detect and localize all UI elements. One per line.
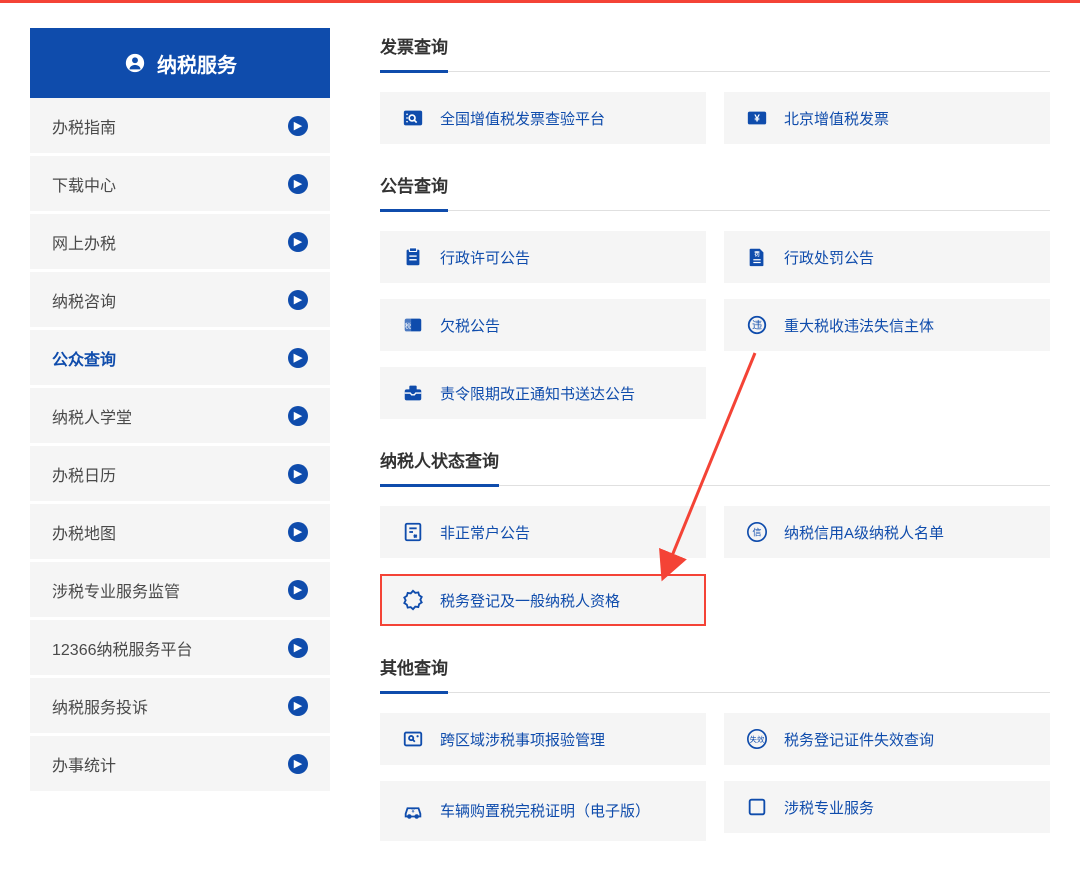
- search-doc-icon: [402, 107, 424, 129]
- sidebar-item-6[interactable]: 办税日历 ▶: [30, 446, 330, 504]
- sidebar-item-5[interactable]: 纳税人学堂 ▶: [30, 388, 330, 446]
- pro-service-icon: [746, 796, 768, 818]
- section-0: 发票查询全国增值税发票查验平台 ¥ 北京增值税发票: [380, 33, 1050, 144]
- svg-text:信: 信: [752, 527, 761, 538]
- sidebar-item-label: 办税地图: [52, 520, 116, 544]
- sidebar-item-3[interactable]: 纳税咨询 ▶: [30, 272, 330, 330]
- sidebar-item-11[interactable]: 办事统计 ▶: [30, 736, 330, 794]
- section-1: 公告查询行政许可公告 罚 行政处罚公告税 欠税公告 违 重大税收违法失信主体责令限期改正通…: [380, 172, 1050, 419]
- sidebar-item-label: 办税日历: [52, 462, 116, 486]
- clipboard-icon: [402, 246, 424, 268]
- section-title: 公告查询: [380, 172, 448, 212]
- sidebar-item-label: 12366纳税服务平台: [52, 636, 193, 660]
- sidebar-item-9[interactable]: 12366纳税服务平台 ▶: [30, 620, 330, 678]
- chevron-right-icon: ▶: [288, 348, 308, 368]
- card-label: 非正常户公告: [440, 522, 530, 543]
- service-icon: [123, 51, 147, 75]
- sidebar-title: 纳税服务: [157, 49, 237, 78]
- chevron-right-icon: ▶: [288, 290, 308, 310]
- chevron-right-icon: ▶: [288, 754, 308, 774]
- card-label: 税务登记及一般纳税人资格: [440, 590, 620, 611]
- card-label: 重大税收违法失信主体: [784, 315, 934, 336]
- section-title: 其他查询: [380, 654, 448, 694]
- card-label: 全国增值税发票查验平台: [440, 108, 605, 129]
- sidebar-item-label: 纳税人学堂: [52, 404, 132, 428]
- chevron-right-icon: ▶: [288, 406, 308, 426]
- sidebar-item-8[interactable]: 涉税专业服务监管 ▶: [30, 562, 330, 620]
- card-label: 涉税专业服务: [784, 797, 874, 818]
- chevron-right-icon: ▶: [288, 174, 308, 194]
- card-0-1[interactable]: ¥ 北京增值税发票: [724, 92, 1050, 144]
- svg-text:违: 违: [752, 320, 762, 332]
- cross-region-icon: [402, 728, 424, 750]
- badge-icon: [402, 589, 424, 611]
- invalid-cert-icon: 失效: [746, 728, 768, 750]
- sidebar-item-label: 纳税咨询: [52, 288, 116, 312]
- card-1-2[interactable]: 税 欠税公告: [380, 299, 706, 351]
- sidebar-item-label: 下载中心: [52, 172, 116, 196]
- sidebar-item-10[interactable]: 纳税服务投诉 ▶: [30, 678, 330, 736]
- card-1-0[interactable]: 行政许可公告: [380, 231, 706, 283]
- card-label: 行政处罚公告: [784, 247, 874, 268]
- chevron-right-icon: ▶: [288, 116, 308, 136]
- sidebar-item-label: 公众查询: [52, 346, 116, 370]
- card-label: 纳税信用A级纳税人名单: [784, 522, 944, 543]
- card-label: 跨区域涉税事项报验管理: [440, 729, 605, 750]
- card-label: 责令限期改正通知书送达公告: [440, 383, 635, 404]
- chevron-right-icon: ▶: [288, 638, 308, 658]
- card-3-3[interactable]: 涉税专业服务: [724, 781, 1050, 833]
- card-1-3[interactable]: 违 重大税收违法失信主体: [724, 299, 1050, 351]
- card-1-4[interactable]: 责令限期改正通知书送达公告: [380, 367, 706, 419]
- sidebar: 纳税服务 办税指南▶下载中心▶网上办税▶纳税咨询▶公众查询▶纳税人学堂▶办税日历…: [30, 28, 330, 869]
- sidebar-item-0[interactable]: 办税指南 ▶: [30, 98, 330, 156]
- credit-icon: 信: [746, 521, 768, 543]
- card-2-1[interactable]: 信 纳税信用A级纳税人名单: [724, 506, 1050, 558]
- card-label: 车辆购置税完税证明（电子版）: [440, 801, 650, 822]
- card-2-0[interactable]: 非正常户公告: [380, 506, 706, 558]
- violation-icon: 违: [746, 314, 768, 336]
- card-0-0[interactable]: 全国增值税发票查验平台: [380, 92, 706, 144]
- sidebar-item-label: 办事统计: [52, 752, 116, 776]
- section-2: 纳税人状态查询非正常户公告 信 纳税信用A级纳税人名单税务登记及一般纳税人资格: [380, 447, 1050, 626]
- chevron-right-icon: ▶: [288, 232, 308, 252]
- sidebar-item-7[interactable]: 办税地图 ▶: [30, 504, 330, 562]
- chevron-right-icon: ▶: [288, 696, 308, 716]
- svg-text:税: 税: [405, 321, 412, 330]
- chevron-right-icon: ▶: [288, 580, 308, 600]
- chevron-right-icon: ▶: [288, 522, 308, 542]
- svg-text:¥: ¥: [411, 809, 415, 815]
- card-3-0[interactable]: 跨区域涉税事项报验管理: [380, 713, 706, 765]
- card-2-2[interactable]: 税务登记及一般纳税人资格: [380, 574, 706, 626]
- sidebar-item-label: 纳税服务投诉: [52, 694, 148, 718]
- penalty-doc-icon: 罚: [746, 246, 768, 268]
- svg-text:罚: 罚: [754, 250, 760, 258]
- card-3-1[interactable]: 失效 税务登记证件失效查询: [724, 713, 1050, 765]
- sidebar-item-label: 办税指南: [52, 114, 116, 138]
- sidebar-header: 纳税服务: [30, 28, 330, 98]
- card-label: 行政许可公告: [440, 247, 530, 268]
- main: 发票查询全国增值税发票查验平台 ¥ 北京增值税发票公告查询行政许可公告 罚 行政处罚公告…: [380, 28, 1050, 869]
- card-label: 北京增值税发票: [784, 108, 889, 129]
- section-title: 纳税人状态查询: [380, 447, 499, 487]
- sidebar-item-label: 涉税专业服务监管: [52, 578, 180, 602]
- svg-text:失效: 失效: [750, 735, 765, 744]
- chevron-right-icon: ▶: [288, 464, 308, 484]
- card-3-2[interactable]: ¥ 车辆购置税完税证明（电子版）: [380, 781, 706, 841]
- section-title: 发票查询: [380, 33, 448, 73]
- abnormal-icon: [402, 521, 424, 543]
- card-label: 税务登记证件失效查询: [784, 729, 934, 750]
- vehicle-icon: ¥: [402, 800, 424, 822]
- tax-card-icon: 税: [402, 314, 424, 336]
- sidebar-item-4[interactable]: 公众查询 ▶: [30, 330, 330, 388]
- sidebar-item-label: 网上办税: [52, 230, 116, 254]
- card-label: 欠税公告: [440, 315, 500, 336]
- card-1-1[interactable]: 罚 行政处罚公告: [724, 231, 1050, 283]
- sidebar-item-1[interactable]: 下载中心 ▶: [30, 156, 330, 214]
- inbox-icon: [402, 382, 424, 404]
- section-3: 其他查询跨区域涉税事项报验管理 失效 税务登记证件失效查询 ¥ 车辆购置税完税证明（电子…: [380, 654, 1050, 841]
- cny-ticket-icon: ¥: [746, 107, 768, 129]
- svg-text:¥: ¥: [754, 114, 760, 125]
- sidebar-item-2[interactable]: 网上办税 ▶: [30, 214, 330, 272]
